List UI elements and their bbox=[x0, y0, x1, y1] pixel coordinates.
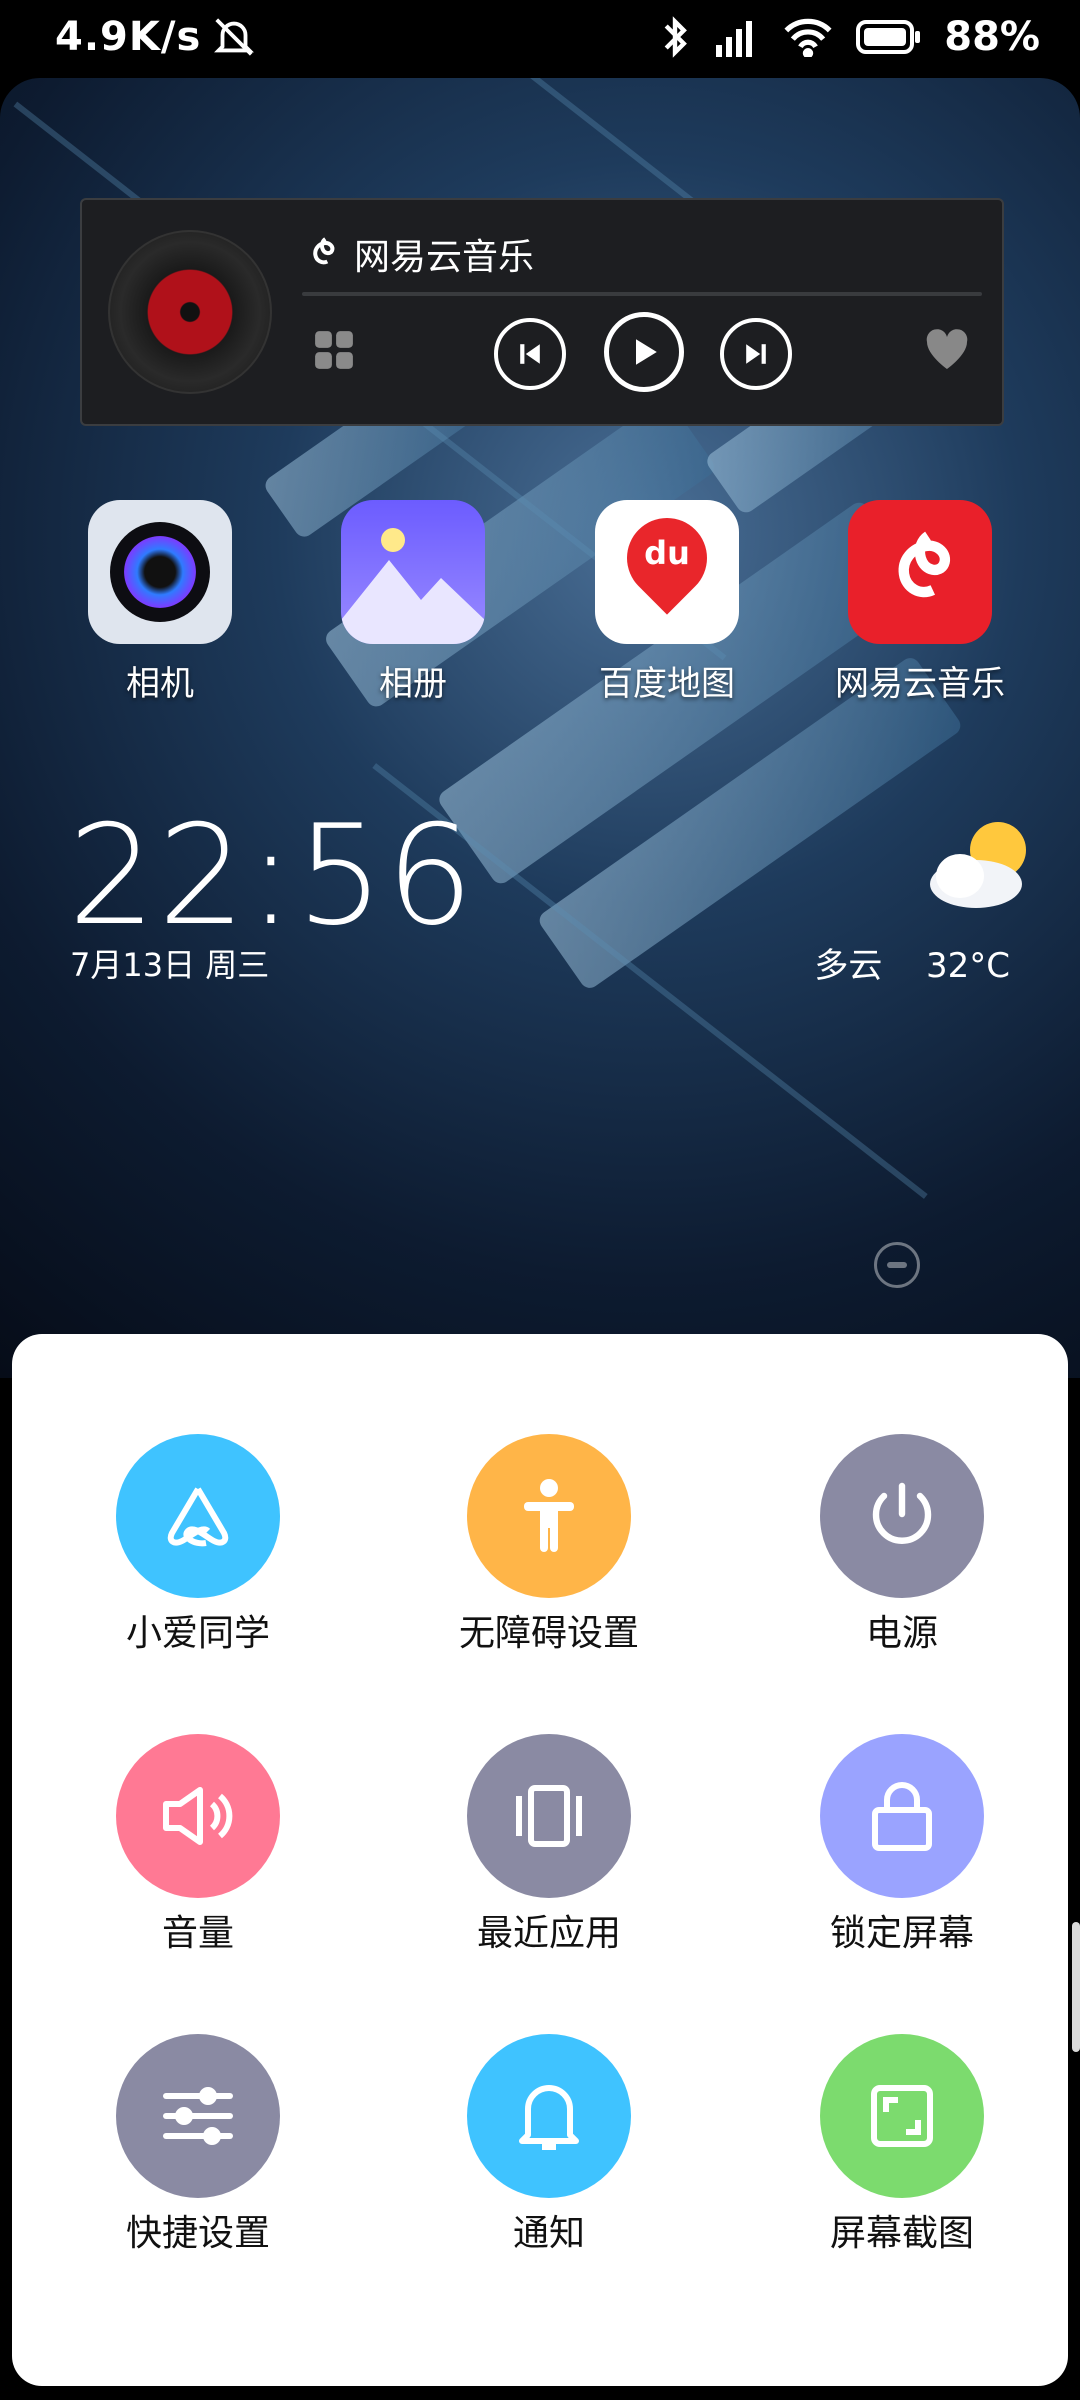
gallery-icon bbox=[341, 500, 485, 644]
bluetooth-icon bbox=[664, 16, 688, 58]
next-button[interactable] bbox=[720, 318, 792, 390]
netease-music-icon bbox=[848, 500, 992, 644]
menu-label: 无障碍设置 bbox=[458, 1613, 639, 1654]
menu-item-lock-screen[interactable]: 锁定屏幕 bbox=[752, 1734, 1052, 1956]
menu-item-xiaoai[interactable]: 小爱同学 bbox=[48, 1434, 348, 1656]
app-gallery[interactable]: 相册 bbox=[303, 500, 523, 705]
quick-menu-sheet: 小爱同学 无障碍设置 电源 音量 最近应用 锁定屏幕 快捷设置 通知 屏幕截图 bbox=[12, 1334, 1068, 2386]
menu-label: 通知 bbox=[512, 2213, 585, 2254]
power-icon bbox=[820, 1434, 984, 1598]
weather-condition: 多云 bbox=[814, 946, 883, 986]
cloud-sun-icon bbox=[930, 822, 1026, 908]
menu-item-notification[interactable]: 通知 bbox=[399, 2034, 699, 2256]
play-button[interactable] bbox=[604, 312, 684, 392]
scrollbar[interactable] bbox=[1072, 1922, 1080, 2052]
music-title: 网易云音乐 bbox=[302, 228, 534, 280]
menu-label: 锁定屏幕 bbox=[829, 1913, 974, 1954]
music-widget[interactable]: 网易云音乐 bbox=[80, 198, 1004, 426]
heart-icon bbox=[926, 329, 968, 369]
music-app-name: 网易云音乐 bbox=[354, 237, 535, 278]
clock-time[interactable]: 22:56 bbox=[68, 795, 476, 956]
grid-icon bbox=[315, 331, 353, 369]
grid-menu-button[interactable] bbox=[312, 328, 356, 372]
volume-icon bbox=[116, 1734, 280, 1898]
netease-logo-icon bbox=[313, 237, 335, 265]
wallpaper: 网易云音乐 相机 相册 du 百度地图 网易云音乐 22:56 7月13日 周三… bbox=[0, 78, 1080, 1378]
baidu-map-icon: du bbox=[595, 500, 739, 644]
xiaoai-icon bbox=[116, 1434, 280, 1598]
mute-bell-icon bbox=[214, 18, 255, 56]
next-icon bbox=[746, 344, 766, 364]
menu-label: 小爱同学 bbox=[125, 1613, 270, 1654]
status-right: 88% bbox=[660, 14, 1040, 60]
previous-button[interactable] bbox=[494, 318, 566, 390]
menu-item-volume[interactable]: 音量 bbox=[48, 1734, 348, 1956]
menu-item-quick-settings[interactable]: 快捷设置 bbox=[48, 2034, 348, 2256]
app-row: 相机 相册 du 百度地图 网易云音乐 bbox=[0, 500, 1080, 720]
menu-item-screenshot[interactable]: 屏幕截图 bbox=[752, 2034, 1052, 2256]
signal-icon bbox=[716, 21, 753, 57]
battery-icon bbox=[856, 20, 921, 54]
network-speed: 4.9K/s bbox=[55, 14, 202, 60]
baidu-map-badge: du bbox=[644, 534, 690, 572]
menu-label: 电源 bbox=[865, 1613, 938, 1654]
lock-icon bbox=[820, 1734, 984, 1898]
app-label: 相册 bbox=[379, 664, 447, 704]
bell-icon bbox=[467, 2034, 631, 2198]
app-camera[interactable]: 相机 bbox=[50, 500, 270, 705]
menu-label: 最近应用 bbox=[476, 1913, 621, 1954]
album-disc bbox=[108, 230, 272, 394]
progress-track bbox=[302, 292, 982, 296]
play-icon bbox=[636, 339, 657, 365]
previous-icon bbox=[520, 344, 540, 364]
app-label: 百度地图 bbox=[599, 664, 735, 704]
app-baidu-map[interactable]: du 百度地图 bbox=[557, 500, 777, 705]
menu-label: 快捷设置 bbox=[125, 2213, 270, 2254]
camera-icon bbox=[88, 500, 232, 644]
app-label: 相机 bbox=[126, 664, 194, 704]
screenshot-icon bbox=[820, 2034, 984, 2198]
menu-item-accessibility[interactable]: 无障碍设置 bbox=[399, 1434, 699, 1656]
menu-item-recent-apps[interactable]: 最近应用 bbox=[399, 1734, 699, 1956]
page-indicator bbox=[874, 1242, 920, 1288]
menu-label: 屏幕截图 bbox=[829, 2213, 974, 2254]
quick-settings-icon bbox=[116, 2034, 280, 2198]
like-button[interactable] bbox=[922, 324, 972, 374]
accessibility-icon bbox=[467, 1434, 631, 1598]
clock-date: 7月13日 周三 bbox=[70, 946, 270, 984]
menu-label: 音量 bbox=[161, 1913, 234, 1954]
status-bar: 4.9K/s 88% bbox=[0, 0, 1080, 78]
weather-text: 多云 32°C bbox=[814, 938, 1010, 987]
app-netease-music[interactable]: 网易云音乐 bbox=[810, 500, 1030, 705]
app-label: 网易云音乐 bbox=[835, 664, 1005, 704]
menu-item-power[interactable]: 电源 bbox=[752, 1434, 1052, 1656]
wifi-icon bbox=[784, 18, 832, 57]
status-left: 4.9K/s bbox=[55, 14, 257, 60]
battery-level: 88% bbox=[944, 14, 1040, 60]
weather-temp: 32°C bbox=[925, 946, 1010, 986]
recent-apps-icon bbox=[467, 1734, 631, 1898]
